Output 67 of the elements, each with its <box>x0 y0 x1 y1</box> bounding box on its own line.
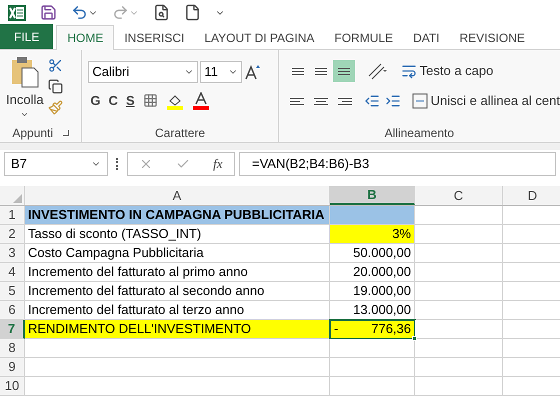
ribbon-tab[interactable]: LAYOUT DI PAGINA <box>194 25 324 50</box>
table-cell: 3% <box>330 225 415 244</box>
row-header[interactable]: 6 <box>0 301 25 320</box>
group-label: Appunti <box>12 125 54 142</box>
formula-field[interactable]: =VAN(B2;B4:B6)-B3 <box>239 152 556 176</box>
table-cell: Incremento del fatturato al terzo anno <box>25 301 330 320</box>
merge-center-button[interactable]: Unisci e allinea al cent <box>430 91 560 111</box>
undo-icon[interactable] <box>71 4 88 21</box>
row-header[interactable]: 5 <box>0 282 25 301</box>
bold-button[interactable]: G <box>90 91 101 110</box>
ribbon-tab[interactable]: INSERISCI <box>114 25 194 50</box>
table-cell: - 776,36 <box>330 320 415 339</box>
table-cell: RENDIMENTO DELL'INVESTIMENTO <box>25 320 330 339</box>
table-cell: Tasso di sconto (TASSO_INT) <box>25 225 330 244</box>
row-header[interactable]: 7 <box>0 320 25 339</box>
name-box[interactable]: B7 <box>4 152 108 176</box>
wrap-text-icon[interactable] <box>400 63 417 79</box>
row-header[interactable]: 3 <box>0 244 25 263</box>
insert-function-button[interactable]: fx <box>213 154 223 174</box>
save-icon[interactable] <box>40 4 57 21</box>
column-header[interactable]: D <box>503 186 560 205</box>
table-cell: Incremento del fatturato al secondo anno <box>25 282 330 301</box>
row-header[interactable]: 4 <box>0 263 25 282</box>
new-document-icon[interactable] <box>184 4 201 21</box>
table-cell: INVESTIMENTO IN CAMPAGNA PUBBLICITARIA <box>25 206 330 225</box>
copy-icon[interactable] <box>48 79 63 94</box>
column-header[interactable]: C <box>415 186 503 205</box>
cut-icon[interactable] <box>48 58 63 73</box>
row-header[interactable]: 10 <box>0 377 25 396</box>
font-size-field[interactable]: 11 <box>200 61 242 83</box>
more-options-icon[interactable] <box>116 158 119 170</box>
indent-decrease-icon[interactable] <box>364 93 380 109</box>
ribbon-tab[interactable]: HOME <box>56 25 114 50</box>
table-cell: Costo Campagna Pubblicitaria <box>25 244 330 263</box>
table-cell: Incremento del fatturato al primo anno <box>25 263 330 282</box>
row-header[interactable]: 2 <box>0 225 25 244</box>
clipboard-paste-icon[interactable] <box>10 56 40 88</box>
grow-font-icon[interactable] <box>244 64 260 80</box>
row-header[interactable]: 9 <box>0 358 25 377</box>
dialog-launcher-icon[interactable] <box>63 130 70 136</box>
merge-cells-icon[interactable] <box>412 93 428 109</box>
group-label: Allineamento <box>384 125 454 142</box>
font-color-icon[interactable] <box>192 92 210 110</box>
column-header[interactable]: B <box>330 186 415 205</box>
fill-handle[interactable] <box>412 336 417 341</box>
spreadsheet-app-icon[interactable] <box>8 4 26 20</box>
vertical-align-button[interactable] <box>332 60 355 82</box>
wrap-text-button[interactable]: Testo a capo <box>420 61 494 81</box>
table-cell: 13.000,00 <box>330 301 415 320</box>
table-cell: 50.000,00 <box>330 244 415 263</box>
sign-text: - <box>334 320 338 338</box>
ribbon-tab[interactable]: FORMULE <box>324 25 404 50</box>
row-header[interactable]: 8 <box>0 339 25 358</box>
file-tab[interactable]: FILE <box>0 24 54 49</box>
print-preview-icon[interactable] <box>153 4 170 21</box>
table-cell: 19.000,00 <box>330 282 415 301</box>
row-header[interactable]: 1 <box>0 206 25 225</box>
font-name-field[interactable]: Calibri <box>88 61 198 83</box>
paste-button[interactable]: Incolla <box>6 90 44 110</box>
table-cell: 20.000,00 <box>330 263 415 282</box>
group-label: Carattere <box>155 125 206 142</box>
underline-button[interactable]: S <box>126 91 135 110</box>
ribbon-tab[interactable]: DATI <box>403 25 450 50</box>
indent-increase-icon[interactable] <box>384 93 401 109</box>
ribbon-tab[interactable]: REVISIONE <box>450 25 535 50</box>
italic-button[interactable]: C <box>108 91 118 110</box>
borders-icon[interactable] <box>142 93 158 108</box>
